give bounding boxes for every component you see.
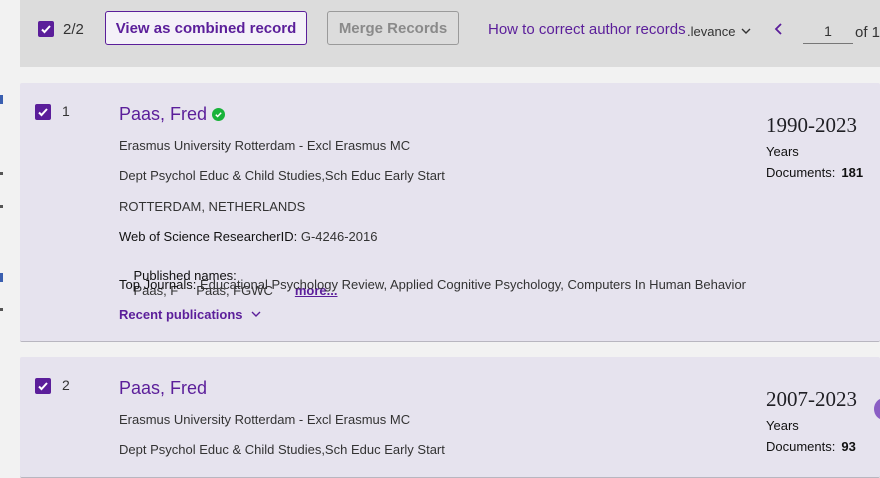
verified-check-icon [212,108,226,121]
documents-count: Documents: 93 [766,439,856,454]
previous-page-button[interactable] [774,21,784,39]
location: ROTTERDAM, NETHERLANDS [119,199,306,214]
selected-count: 2/2 [63,21,84,38]
researcher-id: Web of Science ResearcherID: G-4246-2016 [119,229,377,244]
top-journals-label: Top Journals: [119,277,197,292]
chevron-down-icon [251,311,261,317]
view-combined-record-button[interactable]: View as combined record [105,11,307,45]
record-index: 1 [62,103,70,119]
chevron-down-icon [741,28,751,34]
author-name-link[interactable]: Paas, Fred [119,378,207,399]
page-number-input[interactable] [803,18,853,44]
checkmark-icon [38,108,48,117]
documents-value: 93 [841,439,856,454]
merge-records-button[interactable]: Merge Records [327,11,459,45]
chevron-left-icon [774,23,782,35]
years-label: Years [766,418,799,433]
select-all-checkbox[interactable] [38,21,54,37]
author-name-link[interactable]: Paas, Fred [119,104,226,125]
page-total: of 1 [855,24,880,41]
results-toolbar: 2/2 View as combined record Merge Record… [20,0,880,67]
affiliation: Erasmus University Rotterdam - Excl Eras… [119,412,411,427]
recent-publications-toggle[interactable]: Recent publications [119,307,261,322]
author-record-card: 1 Paas, Fred Erasmus University Rotterda… [20,83,880,342]
record-index: 2 [62,377,70,393]
recent-publications-label: Recent publications [119,307,243,322]
department: Dept Psychol Educ & Child Studies,Sch Ed… [119,168,445,183]
affiliation: Erasmus University Rotterdam - Excl Eras… [119,138,411,153]
years-range: 1990-2023 [766,113,857,137]
years-label: Years [766,144,799,159]
department: Dept Psychol Educ & Child Studies,Sch Ed… [119,442,445,457]
checkmark-icon [41,25,51,34]
years-range: 2007-2023 [766,387,857,411]
record-checkbox[interactable] [35,104,51,120]
sort-label: .levance [687,24,736,39]
sort-dropdown[interactable]: .levance [687,24,751,39]
author-name: Paas, Fred [119,104,208,124]
checkmark-icon [38,382,48,391]
author-record-card: 2 Paas, Fred Erasmus University Rotterda… [20,357,880,478]
documents-count: Documents: 181 [766,165,863,180]
documents-value: 181 [841,165,864,180]
record-checkbox[interactable] [35,378,51,394]
correct-author-records-link[interactable]: How to correct author records [488,21,686,38]
top-journals-value: Educational Psychology Review, Applied C… [199,277,747,292]
researcher-id-value: G-4246-2016 [300,229,378,244]
documents-label: Documents: [766,165,836,180]
documents-label: Documents: [766,439,836,454]
author-name: Paas, Fred [119,378,208,398]
researcher-id-label: Web of Science ResearcherID: [119,229,298,244]
top-journals: Top Journals: Educational Psychology Rev… [119,277,746,292]
